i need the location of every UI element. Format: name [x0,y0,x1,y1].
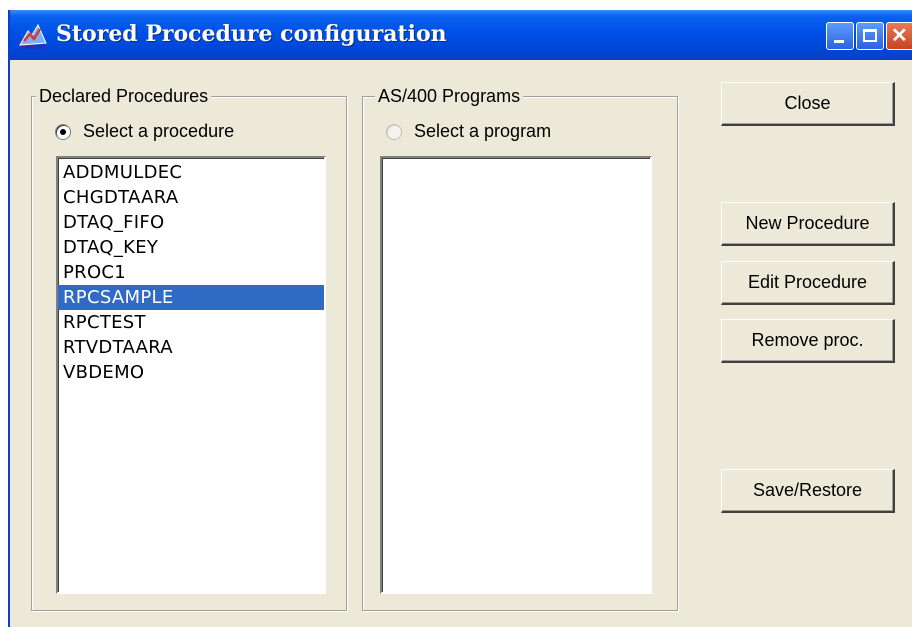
select-procedure-label: Select a procedure [83,121,235,141]
save-restore-button[interactable]: Save/Restore [721,469,895,513]
select-program-radio[interactable]: Select a program [386,121,551,142]
maximize-button[interactable] [856,22,884,50]
list-item[interactable]: ADDMULDEC [58,160,324,185]
app-icon [19,23,47,49]
select-procedure-radio[interactable]: Select a procedure [55,121,234,142]
radio-checked-icon[interactable] [55,123,71,140]
edit-procedure-button[interactable]: Edit Procedure [721,261,895,305]
as400-programs-list[interactable] [380,156,652,594]
close-icon: ✕ [891,25,908,47]
list-item[interactable]: DTAQ_KEY [58,235,324,260]
list-item[interactable]: CHGDTAARA [58,185,324,210]
remove-procedure-button[interactable]: Remove proc. [721,319,895,363]
declared-procedures-items: ADDMULDEC CHGDTAARA DTAQ_FIFO DTAQ_KEY PROC1… [58,158,324,385]
declared-procedures-label: Declared Procedures [36,86,212,107]
as400-programs-label: AS/400 Programs [375,86,524,107]
declared-procedures-list[interactable]: ADDMULDEC CHGDTAARA DTAQ_FIFO DTAQ_KEY PROC1… [56,156,326,594]
list-item[interactable]: RPCTEST [58,310,324,335]
list-item[interactable]: DTAQ_FIFO [58,210,324,235]
window-title: Stored Procedure configuration [56,21,447,47]
list-item[interactable]: VBDEMO [58,360,324,385]
close-button[interactable]: Close [721,82,895,126]
new-procedure-button[interactable]: New Procedure [721,202,895,246]
list-item[interactable]: RPCSAMPLE [58,285,324,310]
minimize-button[interactable] [826,22,854,50]
radio-unchecked-icon[interactable] [386,123,402,140]
close-window-button[interactable]: ✕ [886,22,912,50]
title-bar[interactable]: Stored Procedure configuration ✕ [10,10,912,60]
as400-programs-items [382,158,650,160]
stored-procedure-window: Stored Procedure configuration ✕ Declare… [8,10,912,627]
list-item[interactable]: PROC1 [58,260,324,285]
list-item[interactable]: RTVDTAARA [58,335,324,360]
select-program-label: Select a program [414,121,552,141]
